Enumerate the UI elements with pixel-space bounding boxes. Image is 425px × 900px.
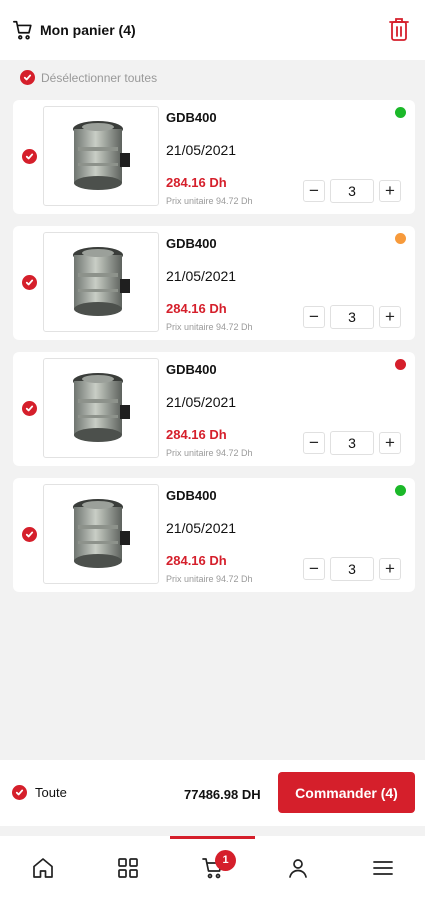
check-icon	[12, 785, 27, 800]
product-date: 21/05/2021	[166, 520, 237, 536]
unit-price: Prix unitaire 94.72 Dh	[166, 196, 253, 206]
grid-icon	[117, 858, 138, 878]
cart-badge: 1	[215, 850, 236, 871]
cart-item: GDB400 21/05/2021 284.16 Dh Prix unitair…	[13, 352, 415, 466]
checkout-bar: Toute 77486.98 DH Commander (4)	[0, 760, 425, 826]
product-image[interactable]	[43, 484, 159, 584]
cart-item: GDB400 21/05/2021 284.16 Dh Prix unitair…	[13, 226, 415, 340]
trash-icon[interactable]	[387, 16, 411, 42]
deselect-all-label: Désélectionner toutes	[41, 70, 158, 85]
product-date: 21/05/2021	[166, 268, 237, 284]
nav-cart[interactable]: 1	[170, 836, 255, 900]
check-icon	[20, 70, 35, 85]
select-all-label: Toute	[35, 785, 67, 800]
cart-item: GDB400 21/05/2021 284.16 Dh Prix unitair…	[13, 478, 415, 592]
cart-total: 77486.98 DH	[184, 787, 261, 802]
increment-button[interactable]: +	[379, 558, 401, 580]
item-check-icon[interactable]	[22, 401, 37, 416]
item-check-icon[interactable]	[22, 527, 37, 542]
page-title: Mon panier (4)	[40, 22, 136, 38]
quantity-field[interactable]: 3	[330, 431, 374, 455]
cart-item: GDB400 21/05/2021 284.16 Dh Prix unitair…	[13, 100, 415, 214]
unit-price: Prix unitaire 94.72 Dh	[166, 322, 253, 332]
increment-button[interactable]: +	[379, 432, 401, 454]
oil-filter-icon	[73, 499, 130, 568]
product-price: 284.16 Dh	[166, 301, 227, 316]
app-header: Mon panier (4)	[0, 0, 425, 60]
quantity-field[interactable]: 3	[330, 305, 374, 329]
product-name: GDB400	[166, 362, 217, 377]
unit-price: Prix unitaire 94.72 Dh	[166, 574, 253, 584]
item-check-icon[interactable]	[22, 275, 37, 290]
status-dot	[395, 485, 406, 496]
product-date: 21/05/2021	[166, 142, 237, 158]
quantity-field[interactable]: 3	[330, 557, 374, 581]
product-date: 21/05/2021	[166, 394, 237, 410]
active-indicator	[170, 836, 255, 839]
nav-profile[interactable]	[255, 836, 340, 900]
menu-icon	[372, 861, 393, 875]
product-name: GDB400	[166, 488, 217, 503]
select-all-toggle[interactable]: Toute	[12, 785, 67, 800]
quantity-stepper: − 3 +	[303, 431, 401, 455]
product-image[interactable]	[43, 232, 159, 332]
deselect-all-toggle[interactable]: Désélectionner toutes	[20, 70, 157, 85]
product-name: GDB400	[166, 236, 217, 251]
nav-home[interactable]	[0, 836, 85, 900]
product-name: GDB400	[166, 110, 217, 125]
decrement-button[interactable]: −	[303, 432, 325, 454]
bottom-nav: 1	[0, 836, 425, 900]
oil-filter-icon	[73, 121, 130, 190]
user-icon	[288, 859, 307, 878]
oil-filter-icon	[73, 373, 130, 442]
decrement-button[interactable]: −	[303, 306, 325, 328]
quantity-stepper: − 3 +	[303, 557, 401, 581]
status-dot	[395, 233, 406, 244]
home-icon	[32, 858, 53, 878]
increment-button[interactable]: +	[379, 306, 401, 328]
quantity-field[interactable]: 3	[330, 179, 374, 203]
status-dot	[395, 359, 406, 370]
item-check-icon[interactable]	[22, 149, 37, 164]
nav-catalog[interactable]	[85, 836, 170, 900]
unit-price: Prix unitaire 94.72 Dh	[166, 448, 253, 458]
quantity-stepper: − 3 +	[303, 305, 401, 329]
order-button[interactable]: Commander (4)	[278, 772, 415, 813]
product-image[interactable]	[43, 106, 159, 206]
status-dot	[395, 107, 406, 118]
decrement-button[interactable]: −	[303, 558, 325, 580]
product-price: 284.16 Dh	[166, 175, 227, 190]
increment-button[interactable]: +	[379, 180, 401, 202]
oil-filter-icon	[73, 247, 130, 316]
product-image[interactable]	[43, 358, 159, 458]
quantity-stepper: − 3 +	[303, 179, 401, 203]
product-price: 284.16 Dh	[166, 427, 227, 442]
cart-icon	[13, 20, 32, 40]
decrement-button[interactable]: −	[303, 180, 325, 202]
product-price: 284.16 Dh	[166, 553, 227, 568]
nav-menu[interactable]	[340, 836, 425, 900]
